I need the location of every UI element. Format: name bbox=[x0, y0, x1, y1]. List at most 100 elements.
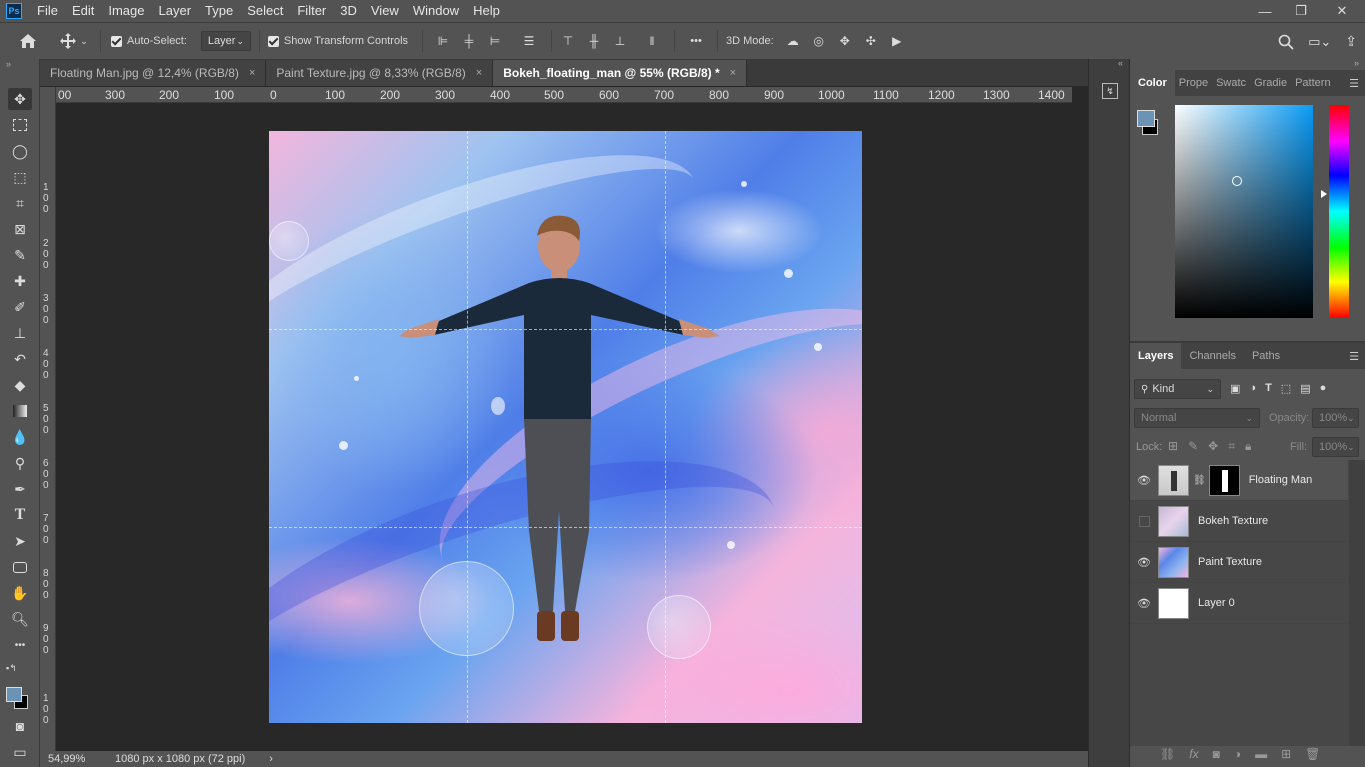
align-horizontal-centers-icon[interactable]: ╪ bbox=[461, 34, 477, 48]
hand-tool[interactable]: ✋ bbox=[8, 582, 32, 604]
pan-3d-icon[interactable]: ✥ bbox=[836, 34, 854, 48]
tab-swatches[interactable]: Swatc bbox=[1212, 70, 1250, 96]
guide-horizontal[interactable] bbox=[269, 527, 862, 528]
hue-slider-handle-icon[interactable] bbox=[1321, 190, 1327, 198]
frame-tool[interactable]: ⊠ bbox=[8, 218, 32, 240]
menu-3d[interactable]: 3D bbox=[333, 0, 364, 22]
layer-name[interactable]: Layer 0 bbox=[1198, 597, 1235, 609]
eyedropper-tool[interactable]: ✎ bbox=[8, 244, 32, 266]
tab-gradients[interactable]: Gradie bbox=[1250, 70, 1291, 96]
blend-mode-dropdown[interactable]: Normal ⌄ bbox=[1134, 408, 1260, 428]
dodge-tool[interactable]: ⚲ bbox=[8, 452, 32, 474]
lock-image-icon[interactable]: ✎ bbox=[1188, 439, 1198, 454]
history-panel-icon[interactable]: ↯ bbox=[1102, 83, 1118, 99]
path-selection-tool[interactable]: ➤ bbox=[8, 530, 32, 552]
auto-select-dropdown[interactable]: Layer ⌄ bbox=[200, 31, 251, 51]
opacity-field[interactable]: 100% ⌄ bbox=[1312, 408, 1359, 428]
panel-menu-icon[interactable]: ☰ bbox=[1349, 350, 1359, 363]
adjustment-layer-icon[interactable]: ◑ bbox=[1234, 747, 1241, 761]
roll-3d-icon[interactable]: ◎ bbox=[810, 34, 828, 48]
crop-tool[interactable]: ⌗ bbox=[8, 192, 32, 214]
move-tool[interactable]: ✥ bbox=[8, 88, 32, 110]
menu-help[interactable]: Help bbox=[466, 0, 507, 22]
pen-tool[interactable]: ✒ bbox=[8, 478, 32, 500]
zoom-tool[interactable]: 🔍︎ bbox=[8, 608, 32, 630]
screen-mode-button[interactable]: ▭ bbox=[8, 741, 32, 763]
foreground-color-swatch[interactable] bbox=[6, 687, 22, 702]
eraser-tool[interactable]: ◆ bbox=[8, 374, 32, 396]
link-chain-icon[interactable]: ⛓ bbox=[1193, 475, 1206, 486]
layer-row-floating-man[interactable]: 👁︎ ⛓ Floating Man bbox=[1130, 460, 1348, 501]
new-group-folder-icon[interactable]: ▬ bbox=[1255, 747, 1267, 761]
document-canvas[interactable] bbox=[269, 131, 862, 723]
restore-button[interactable]: ❐ bbox=[1283, 0, 1319, 22]
pixel-filter-icon[interactable]: ▣ bbox=[1230, 382, 1240, 395]
add-mask-icon[interactable]: ◙ bbox=[1213, 747, 1220, 761]
link-layers-icon[interactable]: ⛓ bbox=[1160, 747, 1175, 761]
tab-paint-texture[interactable]: Paint Texture.jpg @ 8,33% (RGB/8) × bbox=[266, 60, 494, 86]
color-picker-cursor[interactable] bbox=[1232, 176, 1242, 186]
lock-transparent-icon[interactable]: ⊞ bbox=[1168, 439, 1178, 454]
adjustment-filter-icon[interactable]: ◑ bbox=[1249, 382, 1256, 395]
type-tool[interactable]: T bbox=[8, 504, 32, 526]
layer-mask-thumbnail[interactable] bbox=[1208, 464, 1240, 496]
align-top-edges-icon[interactable]: ⊤ bbox=[560, 34, 576, 48]
brush-tool[interactable]: ✐ bbox=[8, 296, 32, 318]
tab-channels[interactable]: Channels bbox=[1181, 343, 1243, 369]
history-brush-tool[interactable]: ↶ bbox=[8, 348, 32, 370]
gradient-tool[interactable] bbox=[8, 400, 32, 422]
home-button[interactable] bbox=[0, 33, 56, 49]
guide-vertical[interactable] bbox=[665, 131, 666, 723]
layer-name[interactable]: Bokeh Texture bbox=[1198, 515, 1268, 527]
fill-field[interactable]: 100% ⌄ bbox=[1312, 437, 1359, 457]
color-field[interactable] bbox=[1175, 105, 1313, 318]
clone-stamp-tool[interactable]: ⊥ bbox=[8, 322, 32, 344]
new-layer-icon[interactable]: ⊞ bbox=[1281, 747, 1291, 761]
tab-patterns[interactable]: Pattern bbox=[1291, 70, 1334, 96]
align-bottom-edges-icon[interactable]: ⊥ bbox=[612, 34, 628, 48]
filter-toggle-icon[interactable]: ● bbox=[1320, 382, 1327, 395]
eye-visibility-icon[interactable]: 👁︎ bbox=[1130, 597, 1158, 610]
slide-3d-icon[interactable]: ✣ bbox=[862, 34, 880, 48]
layer-row-paint-texture[interactable]: 👁︎ Paint Texture bbox=[1130, 542, 1348, 583]
collapse-toolbar-icon[interactable]: » bbox=[6, 59, 11, 69]
search-icon[interactable] bbox=[1278, 34, 1294, 50]
panel-foreground-swatch[interactable] bbox=[1137, 110, 1155, 127]
tab-floating-man[interactable]: Floating Man.jpg @ 12,4% (RGB/8) × bbox=[40, 60, 267, 86]
layer-style-fx-icon[interactable]: fx bbox=[1189, 747, 1198, 761]
layer-row-bokeh-texture[interactable]: Bokeh Texture bbox=[1130, 501, 1348, 542]
tab-paths[interactable]: Paths bbox=[1244, 343, 1288, 369]
eye-visibility-icon[interactable]: 👁︎ bbox=[1130, 556, 1158, 569]
status-menu-arrow-icon[interactable]: › bbox=[269, 753, 273, 765]
edit-toolbar-button[interactable]: ••• bbox=[8, 634, 32, 656]
lock-all-icon[interactable]: 🔒︎ bbox=[1245, 439, 1251, 454]
align-right-edges-icon[interactable]: ⊨ bbox=[487, 34, 503, 48]
guide-vertical[interactable] bbox=[467, 131, 468, 723]
marquee-tool[interactable] bbox=[8, 114, 32, 136]
orbit-3d-icon[interactable]: ☁ bbox=[784, 34, 802, 48]
menu-file[interactable]: File bbox=[30, 0, 65, 22]
delete-layer-trash-icon[interactable]: 🗑︎ bbox=[1305, 747, 1320, 761]
default-colors-icon[interactable]: ▪↰ bbox=[6, 663, 17, 674]
panel-menu-icon[interactable]: ☰ bbox=[1349, 77, 1359, 90]
smart-object-filter-icon[interactable]: ▤ bbox=[1300, 382, 1310, 395]
auto-select-checkbox[interactable]: Auto-Select: bbox=[111, 35, 187, 47]
guide-horizontal[interactable] bbox=[269, 329, 862, 330]
menu-select[interactable]: Select bbox=[240, 0, 290, 22]
share-icon[interactable]: ⇪ bbox=[1345, 33, 1357, 50]
shape-filter-icon[interactable]: ⬚ bbox=[1281, 382, 1291, 395]
ruler-top[interactable]: 00 300 200 100 0 100 200 300 400 500 600… bbox=[56, 87, 1072, 103]
lock-position-icon[interactable]: ✥ bbox=[1208, 439, 1218, 454]
menu-filter[interactable]: Filter bbox=[290, 0, 333, 22]
menu-type[interactable]: Type bbox=[198, 0, 240, 22]
menu-view[interactable]: View bbox=[364, 0, 406, 22]
scale-3d-icon[interactable]: ▶ bbox=[888, 34, 906, 48]
tab-layers[interactable]: Layers bbox=[1130, 343, 1182, 369]
layer-row-layer-0[interactable]: 👁︎ Layer 0 bbox=[1130, 583, 1348, 624]
tab-properties[interactable]: Prope bbox=[1175, 70, 1212, 96]
eye-hidden-icon[interactable] bbox=[1130, 515, 1158, 527]
workspace-icon[interactable]: ▭⌄ bbox=[1308, 34, 1331, 50]
object-selection-tool[interactable]: ⬚ bbox=[8, 166, 32, 188]
distribute-vertical-icon[interactable]: ‖ bbox=[644, 34, 660, 48]
minimize-button[interactable]: — bbox=[1247, 0, 1283, 22]
